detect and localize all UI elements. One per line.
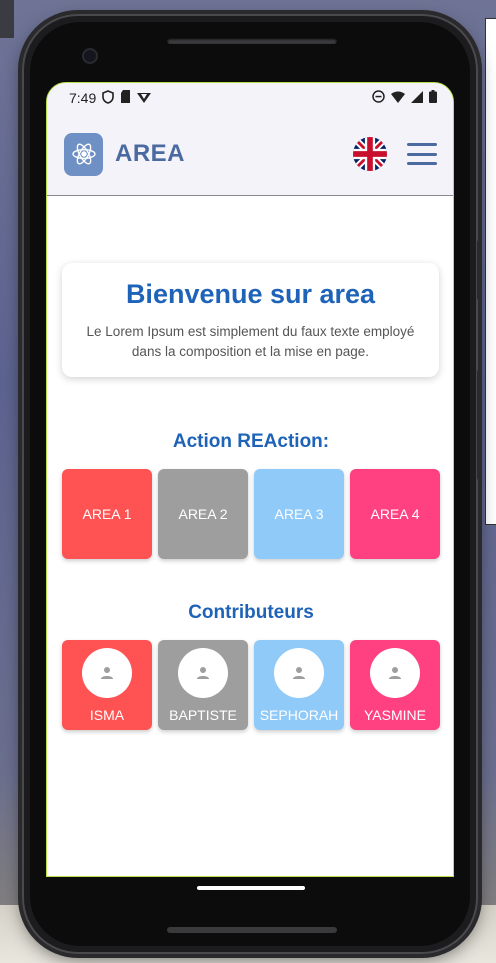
area-tile-1[interactable]: AREA 1 [62, 469, 152, 559]
volume-button[interactable] [477, 370, 481, 480]
contributor-name: ISMA [89, 707, 125, 723]
status-bar: 7:49 [47, 83, 453, 113]
contributor-card-yasmine[interactable]: YASMINE [350, 640, 440, 730]
front-camera [84, 50, 96, 62]
area-tile-3[interactable]: AREA 3 [254, 469, 344, 559]
person-icon [370, 648, 420, 698]
person-icon [178, 648, 228, 698]
brand-title: AREA [115, 140, 186, 167]
brand[interactable]: AREA [64, 132, 186, 176]
contributor-name: SEPHORAH [259, 707, 339, 723]
play-protect-icon [137, 90, 152, 106]
hamburger-menu-icon[interactable] [407, 143, 437, 165]
area-tile-4[interactable]: AREA 4 [350, 469, 440, 559]
welcome-title: Bienvenue sur area [125, 279, 376, 309]
background-window-edge [0, 0, 14, 38]
power-button[interactable] [477, 240, 481, 300]
battery-icon [429, 90, 437, 106]
app-bar: AREA [47, 113, 453, 196]
top-speaker [167, 38, 337, 44]
contributor-card-baptiste[interactable]: BAPTISTE [158, 640, 248, 730]
actions-grid: AREA 1 AREA 2 AREA 3 AREA 4 [62, 469, 440, 559]
welcome-card: Bienvenue sur area Le Lorem Ipsum est si… [62, 263, 439, 377]
contributor-card-sephorah[interactable]: SEPHORAH [254, 640, 344, 730]
contributors-title: Contributeurs [188, 602, 314, 623]
bottom-speaker [167, 927, 337, 933]
signal-icon [411, 90, 423, 106]
shield-icon [102, 89, 115, 107]
app-screen: 7:49 AREA Bienvenue sur area Le Lorem Ip… [46, 82, 454, 877]
sd-card-icon [120, 90, 131, 106]
contributor-name: BAPTISTE [169, 707, 237, 723]
do-not-disturb-icon [372, 90, 385, 106]
contributor-name: YASMINE [364, 707, 426, 723]
contributor-card-isma[interactable]: ISMA [62, 640, 152, 730]
wifi-icon [391, 90, 405, 106]
status-time: 7:49 [69, 90, 97, 106]
welcome-description: Le Lorem Ipsum est simplement du faux te… [86, 324, 415, 359]
actions-title: Action REAction: [172, 431, 330, 452]
background-window-panel [485, 18, 496, 525]
gesture-navigation-bar[interactable] [197, 886, 305, 890]
person-icon [82, 648, 132, 698]
person-icon [274, 648, 324, 698]
area-tile-2[interactable]: AREA 2 [158, 469, 248, 559]
contributors-grid: ISMA BAPTISTE SEPHORAH YASMINE [62, 640, 440, 730]
atom-icon [64, 132, 103, 176]
uk-flag-icon[interactable] [353, 137, 387, 171]
